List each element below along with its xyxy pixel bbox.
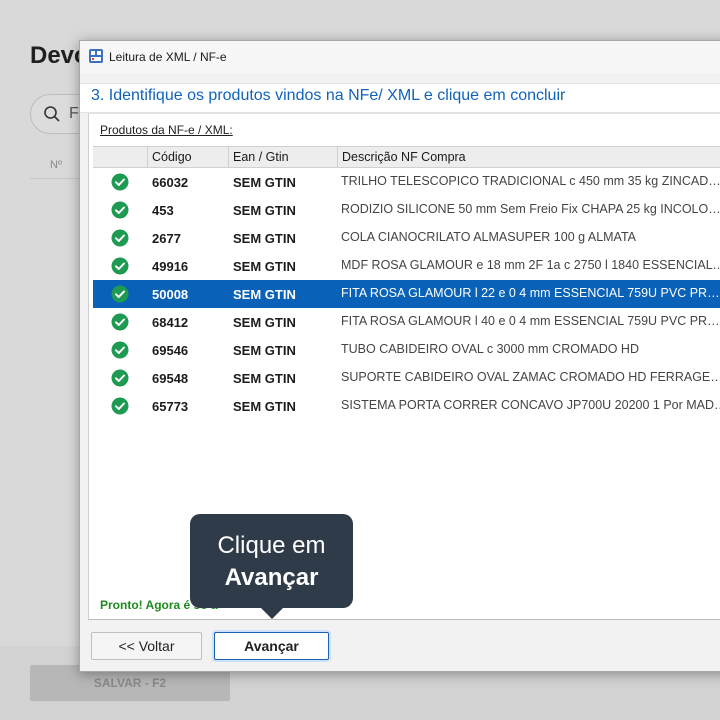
cell-code: 2677 — [152, 231, 181, 246]
column-number-header: Nº — [50, 159, 62, 171]
check-icon — [111, 201, 129, 219]
cell-description: COLA CIANOCRILATO ALMASUPER 100 g ALMATA — [341, 230, 637, 244]
check-icon — [111, 229, 129, 247]
step-banner: 3. Identifique os produtos vindos na NFe… — [80, 83, 720, 113]
cell-description: SISTEMA PORTA CORRER CONCAVO JP700U 2020… — [341, 398, 720, 412]
products-table: Código Ean / Gtin Descrição NF Compra 66… — [93, 146, 720, 420]
products-label: Produtos da NF-e / XML: — [100, 123, 233, 137]
back-button[interactable]: << Voltar — [91, 632, 202, 660]
cell-ean: SEM GTIN — [233, 231, 296, 246]
dialog-titlebar: Leitura de XML / NF-e — [80, 41, 720, 73]
check-icon — [111, 173, 129, 191]
cell-ean: SEM GTIN — [233, 399, 296, 414]
column-header-ean[interactable]: Ean / Gtin — [233, 150, 289, 164]
column-separator — [337, 147, 338, 168]
check-icon — [111, 285, 129, 303]
table-row[interactable]: 69548 SEM GTIN SUPORTE CABIDEIRO OVAL ZAMA… — [93, 364, 720, 392]
table-row[interactable]: 50008 SEM GTIN FITA ROSA GLAMOUR l 22 e 0 … — [93, 280, 720, 308]
cell-code: 66032 — [152, 175, 189, 190]
footer-divider — [88, 619, 720, 620]
table-row[interactable]: 49916 SEM GTIN MDF ROSA GLAMOUR e 18 mm 2F… — [93, 252, 720, 280]
cell-ean: SEM GTIN — [233, 371, 296, 386]
cell-description: FITA ROSA GLAMOUR l 22 e 0 4 mm ESSENCIA… — [341, 286, 720, 300]
xml-import-dialog: Leitura de XML / NF-e 3. Identifique os … — [79, 40, 720, 672]
cell-description: SUPORTE CABIDEIRO OVAL ZAMAC CROMADO HD … — [341, 370, 720, 384]
tooltip: Clique em Avançar — [190, 514, 353, 608]
column-separator — [228, 147, 229, 168]
cell-ean: SEM GTIN — [233, 343, 296, 358]
table-row[interactable]: 65773 SEM GTIN SISTEMA PORTA CORRER CONCAV… — [93, 392, 720, 420]
tooltip-line-1: Clique em — [217, 532, 326, 559]
products-panel: Produtos da NF-e / XML: Código Ean / Gti… — [88, 113, 720, 619]
table-row[interactable]: 66032 SEM GTIN TRILHO TELESCOPICO TRADICIO… — [93, 168, 720, 196]
cell-code: 69546 — [152, 343, 189, 358]
cell-ean: SEM GTIN — [233, 315, 296, 330]
next-button[interactable]: Avançar — [214, 632, 329, 660]
cell-description: RODIZIO SILICONE 50 mm Sem Freio Fix CHA… — [341, 202, 720, 216]
search-icon — [44, 106, 60, 122]
column-header-description[interactable]: Descrição NF Compra — [342, 150, 466, 164]
check-icon — [111, 257, 129, 275]
cell-description: TUBO CABIDEIRO OVAL c 3000 mm CROMADO HD — [341, 342, 639, 356]
cell-code: 453 — [152, 203, 174, 218]
tooltip-arrow — [260, 607, 284, 619]
cell-code: 65773 — [152, 399, 189, 414]
cell-code: 68412 — [152, 315, 189, 330]
cell-code: 49916 — [152, 259, 189, 274]
table-row[interactable]: 2677 SEM GTIN COLA CIANOCRILATO ALMASUPER … — [93, 224, 720, 252]
cell-ean: SEM GTIN — [233, 175, 296, 190]
check-icon — [111, 313, 129, 331]
table-row[interactable]: 69546 SEM GTIN TUBO CABIDEIRO OVAL c 3000 … — [93, 336, 720, 364]
cell-description: FITA ROSA GLAMOUR l 40 e 0 4 mm ESSENCIA… — [341, 314, 720, 328]
table-header: Código Ean / Gtin Descrição NF Compra — [93, 146, 720, 168]
cell-ean: SEM GTIN — [233, 203, 296, 218]
cell-description: TRILHO TELESCOPICO TRADICIONAL c 450 mm … — [341, 174, 720, 188]
search-text: F — [69, 105, 79, 122]
table-body: 66032 SEM GTIN TRILHO TELESCOPICO TRADICIO… — [93, 168, 720, 420]
cell-ean: SEM GTIN — [233, 259, 296, 274]
check-icon — [111, 369, 129, 387]
check-icon — [111, 397, 129, 415]
cell-code: 69548 — [152, 371, 189, 386]
column-header-code[interactable]: Código — [152, 150, 192, 164]
check-icon — [111, 341, 129, 359]
tooltip-line-2: Avançar — [224, 564, 319, 591]
column-separator — [147, 147, 148, 168]
app-icon — [89, 49, 103, 63]
step-instruction: 3. Identifique os produtos vindos na NFe… — [91, 87, 566, 104]
dialog-title: Leitura de XML / NF-e — [109, 50, 227, 64]
cell-ean: SEM GTIN — [233, 287, 296, 302]
table-row[interactable]: 68412 SEM GTIN FITA ROSA GLAMOUR l 40 e 0 … — [93, 308, 720, 336]
cell-code: 50008 — [152, 287, 189, 302]
table-row[interactable]: 453 SEM GTIN RODIZIO SILICONE 50 mm Sem Fr… — [93, 196, 720, 224]
cell-description: MDF ROSA GLAMOUR e 18 mm 2F 1a c 2750 l … — [341, 258, 720, 272]
